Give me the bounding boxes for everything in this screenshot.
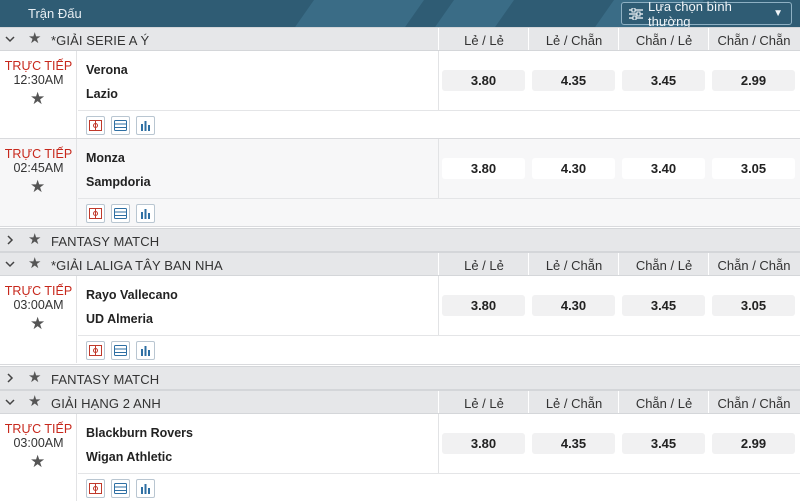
away-team: UD Almeria bbox=[86, 312, 153, 326]
match-time-column: TRỰC TIẾP 02:45AM ★ bbox=[0, 139, 77, 226]
odds-button[interactable]: 3.80 bbox=[442, 295, 525, 316]
odds-button[interactable]: 3.05 bbox=[712, 295, 795, 316]
league-name: *Giải Serie A Ý bbox=[51, 33, 150, 48]
pitch-icon[interactable] bbox=[86, 479, 105, 498]
odds-header: Lẻ / Chẵn bbox=[545, 396, 603, 411]
league-header[interactable]: ★ *Giải LaLiga Tây Ban Nha Lẻ / Lẻ Lẻ / … bbox=[0, 252, 800, 276]
odds-header: Chẵn / Chẵn bbox=[717, 396, 791, 411]
odds-button[interactable]: 2.99 bbox=[712, 433, 795, 454]
match-row: TRỰC TIẾP 12:30AM ★ Verona Lazio 3.80 4.… bbox=[0, 51, 800, 139]
league-header[interactable]: ★ Fantasy Match bbox=[0, 228, 800, 252]
bar-chart-icon[interactable] bbox=[136, 479, 155, 498]
pitch-icon[interactable] bbox=[86, 116, 105, 135]
odds-button[interactable]: 3.80 bbox=[442, 70, 525, 91]
chevron-down-icon: ▼ bbox=[773, 8, 783, 19]
match-time-column: TRỰC TIẾP 03:00AM ★ bbox=[0, 414, 77, 501]
match-time-column: TRỰC TIẾP 12:30AM ★ bbox=[0, 51, 77, 138]
kickoff-time: 02:45AM bbox=[13, 161, 64, 175]
scoreboard-icon[interactable] bbox=[111, 479, 130, 498]
scoreboard-icon[interactable] bbox=[111, 204, 130, 223]
odds-button[interactable]: 3.05 bbox=[712, 158, 795, 179]
odds-button[interactable]: 3.45 bbox=[622, 433, 705, 454]
odds-header: Chẵn / Chẵn bbox=[717, 258, 791, 273]
chevron-down-icon[interactable] bbox=[3, 257, 17, 271]
league-name: Giải Hạng 2 Anh bbox=[51, 396, 161, 411]
favorite-star-icon[interactable]: ★ bbox=[30, 314, 45, 334]
chevron-down-icon[interactable] bbox=[3, 395, 17, 409]
display-mode-label: Lựa chọn bình thường bbox=[648, 0, 732, 27]
odds-button[interactable]: 3.80 bbox=[442, 433, 525, 454]
odds-button[interactable]: 4.30 bbox=[532, 295, 615, 316]
favorite-star-icon[interactable]: ★ bbox=[28, 370, 41, 386]
odds-header: Lẻ / Lẻ bbox=[464, 396, 504, 411]
header-stripe bbox=[418, 0, 522, 27]
league-header[interactable]: ★ Fantasy Match bbox=[0, 366, 800, 390]
live-status: TRỰC TIẾP bbox=[4, 422, 73, 436]
odds-header: Lẻ / Lẻ bbox=[464, 258, 504, 273]
bar-chart-icon[interactable] bbox=[136, 341, 155, 360]
scoreboard-icon[interactable] bbox=[111, 341, 130, 360]
favorite-star-icon[interactable]: ★ bbox=[28, 394, 41, 410]
away-team: Wigan Athletic bbox=[86, 450, 173, 464]
top-bar: Trận Đấu Lựa chọn bình thường ▼ bbox=[0, 0, 800, 27]
display-mode-dropdown[interactable]: Lựa chọn bình thường ▼ bbox=[621, 0, 792, 27]
league-header[interactable]: ★ *Giải Serie A Ý Lẻ / Lẻ Lẻ / Chẵn Chẵn… bbox=[0, 27, 800, 51]
kickoff-time: 03:00AM bbox=[13, 298, 64, 312]
odds-header: Chẵn / Lẻ bbox=[635, 396, 693, 411]
away-team: Lazio bbox=[86, 87, 118, 101]
home-team: Verona bbox=[86, 63, 128, 77]
pitch-icon[interactable] bbox=[86, 341, 105, 360]
home-team: Blackburn Rovers bbox=[86, 426, 193, 440]
league-name: *Giải LaLiga Tây Ban Nha bbox=[51, 258, 223, 273]
match-row: TRỰC TIẾP 02:45AM ★ Monza Sampdoria 3.80… bbox=[0, 139, 800, 227]
favorite-star-icon[interactable]: ★ bbox=[28, 232, 41, 248]
odds-header: Chẵn / Lẻ bbox=[635, 33, 693, 48]
league-header[interactable]: ★ Giải Hạng 2 Anh Lẻ / Lẻ Lẻ / Chẵn Chẵn… bbox=[0, 390, 800, 414]
odds-header: Chẵn / Chẵn bbox=[717, 33, 791, 48]
chevron-right-icon[interactable] bbox=[3, 233, 17, 247]
bar-chart-icon[interactable] bbox=[136, 116, 155, 135]
chevron-right-icon[interactable] bbox=[3, 371, 17, 385]
live-status: TRỰC TIẾP bbox=[4, 59, 73, 73]
scoreboard-icon[interactable] bbox=[111, 116, 130, 135]
odds-header: Lẻ / Chẵn bbox=[545, 33, 603, 48]
league-name: Fantasy Match bbox=[51, 234, 160, 249]
away-team: Sampdoria bbox=[86, 175, 151, 189]
odds-button[interactable]: 3.80 bbox=[442, 158, 525, 179]
odds-header: Lẻ / Lẻ bbox=[464, 33, 504, 48]
odds-button[interactable]: 4.35 bbox=[532, 70, 615, 91]
match-row: TRỰC TIẾP 03:00AM ★ Blackburn Rovers Wig… bbox=[0, 414, 800, 503]
chevron-down-icon[interactable] bbox=[3, 32, 17, 46]
match-row: TRỰC TIẾP 03:00AM ★ Rayo Vallecano UD Al… bbox=[0, 276, 800, 365]
live-status: TRỰC TIẾP bbox=[4, 147, 73, 161]
header-stripe bbox=[278, 0, 432, 27]
home-team: Rayo Vallecano bbox=[86, 288, 178, 302]
favorite-star-icon[interactable]: ★ bbox=[30, 89, 45, 109]
favorite-star-icon[interactable]: ★ bbox=[30, 452, 45, 472]
odds-button[interactable]: 3.45 bbox=[622, 295, 705, 316]
kickoff-time: 12:30AM bbox=[13, 73, 64, 87]
sliders-icon bbox=[629, 7, 643, 20]
odds-button[interactable]: 2.99 bbox=[712, 70, 795, 91]
odds-button[interactable]: 3.40 bbox=[622, 158, 705, 179]
live-status: TRỰC TIẾP bbox=[4, 284, 73, 298]
odds-header: Lẻ / Chẵn bbox=[545, 258, 603, 273]
home-team: Monza bbox=[86, 151, 125, 165]
favorite-star-icon[interactable]: ★ bbox=[30, 177, 45, 197]
odds-button[interactable]: 4.30 bbox=[532, 158, 615, 179]
page-title: Trận Đấu bbox=[28, 6, 82, 21]
odds-button[interactable]: 3.45 bbox=[622, 70, 705, 91]
pitch-icon[interactable] bbox=[86, 204, 105, 223]
league-name: Fantasy Match bbox=[51, 372, 160, 387]
favorite-star-icon[interactable]: ★ bbox=[28, 31, 41, 47]
match-time-column: TRỰC TIẾP 03:00AM ★ bbox=[0, 276, 77, 363]
kickoff-time: 03:00AM bbox=[13, 436, 64, 450]
bar-chart-icon[interactable] bbox=[136, 204, 155, 223]
odds-header: Chẵn / Lẻ bbox=[635, 258, 693, 273]
odds-button[interactable]: 4.35 bbox=[532, 433, 615, 454]
favorite-star-icon[interactable]: ★ bbox=[28, 256, 41, 272]
